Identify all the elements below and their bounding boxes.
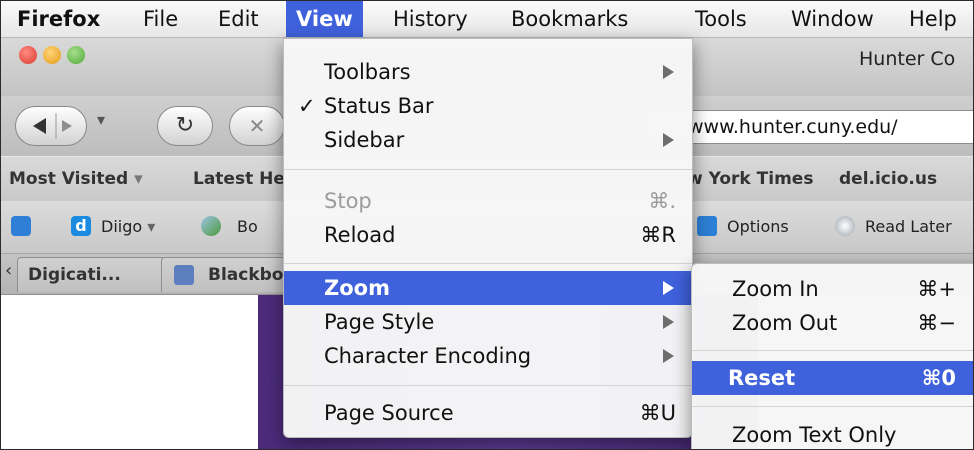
stop-icon[interactable]: ✕ (229, 106, 285, 146)
diigo-label: Diigo (101, 217, 143, 236)
menu-item-page-source-label: Page Source (324, 401, 454, 425)
submenu-arrow-icon (663, 133, 674, 147)
back-arrow-icon (33, 113, 72, 139)
checkmark-icon: ✓ (298, 94, 316, 118)
history-dropdown-icon[interactable]: ▾ (97, 110, 105, 129)
menu-item-page-source[interactable]: Page Source ⌘U (284, 396, 692, 430)
menu-item-zoom-out[interactable]: Zoom Out ⌘− (692, 306, 973, 340)
menu-item-stop-label: Stop (324, 189, 372, 213)
bookmark-delicious[interactable]: del.icio.us (839, 157, 937, 201)
menu-item-reload-label: Reload (324, 223, 396, 247)
options-button[interactable]: Options (727, 201, 789, 253)
menu-window[interactable]: Window (781, 1, 884, 37)
menu-help[interactable]: Help (899, 1, 967, 37)
close-window-button[interactable] (19, 46, 37, 64)
menu-separator (692, 350, 973, 351)
submenu-arrow-icon (663, 65, 674, 79)
menu-file[interactable]: File (133, 1, 188, 37)
menu-item-sidebar[interactable]: Sidebar (284, 123, 692, 157)
bookmark-latest-headlines[interactable]: Latest He (193, 157, 285, 201)
diigo-button[interactable]: Diigo ▾ (101, 201, 155, 253)
sidebar-toggle-icon[interactable] (11, 216, 31, 236)
menu-item-reset-label: Reset (728, 366, 796, 390)
menu-tools[interactable]: Tools (685, 1, 757, 37)
submenu-arrow-icon (663, 315, 674, 329)
view-menu: Toolbars ✓ Status Bar Sidebar Stop ⌘. Relo… (283, 38, 693, 438)
minimize-window-button[interactable] (43, 46, 61, 64)
reload-shortcut: ⌘R (640, 223, 676, 247)
blackboard-favicon-icon (174, 265, 194, 285)
tab-blackboard-label: Blackbo (208, 265, 284, 285)
menu-item-toolbars-label: Toolbars (324, 60, 411, 84)
menu-view[interactable]: View (286, 1, 363, 37)
reload-icon[interactable]: ↻ (157, 106, 213, 146)
menu-item-sidebar-label: Sidebar (324, 128, 405, 152)
chevron-down-icon: ▾ (134, 169, 143, 189)
reset-shortcut: ⌘0 (921, 366, 956, 390)
menu-item-zoom-in[interactable]: Zoom In ⌘+ (692, 272, 973, 306)
options-icon (697, 216, 717, 236)
diigo-icon: d (71, 216, 91, 236)
back-forward-buttons[interactable] (15, 106, 87, 146)
menu-history[interactable]: History (383, 1, 478, 37)
menu-item-toolbars[interactable]: Toolbars (284, 55, 692, 89)
zoom-in-shortcut: ⌘+ (917, 277, 956, 301)
zoom-window-button[interactable] (67, 46, 85, 64)
submenu-arrow-icon (663, 281, 674, 295)
zoom-out-shortcut: ⌘− (917, 311, 956, 335)
menu-item-page-style[interactable]: Page Style (284, 305, 692, 339)
menu-item-reset[interactable]: Reset ⌘0 (692, 361, 973, 395)
menu-item-character-encoding-label: Character Encoding (324, 344, 532, 368)
menu-item-zoom[interactable]: Zoom (284, 271, 692, 305)
menu-item-zoom-text-only-label: Zoom Text Only (732, 423, 897, 447)
bookmark-most-visited-label: Most Visited (9, 169, 129, 189)
stop-shortcut: ⌘. (648, 189, 676, 213)
diigo-dropdown-icon: ▾ (147, 217, 156, 236)
menu-item-zoom-text-only[interactable]: Zoom Text Only (692, 418, 973, 449)
submenu-arrow-icon (663, 349, 674, 363)
read-later-icon (835, 216, 855, 236)
screenshot-frame: Firefox File Edit View History Bookmarks… (0, 0, 974, 450)
menu-item-stop: Stop ⌘. (284, 184, 692, 218)
menubar: Firefox File Edit View History Bookmarks… (1, 1, 973, 38)
menu-item-status-bar[interactable]: ✓ Status Bar (284, 89, 692, 123)
tab-digication[interactable]: Digicati... (17, 257, 165, 292)
read-later-button[interactable]: Read Later (865, 201, 952, 253)
menu-separator (692, 406, 973, 407)
bookmark-new-york-times[interactable]: w York Times (687, 157, 813, 201)
menu-separator (284, 263, 692, 264)
menu-bookmarks[interactable]: Bookmarks (501, 1, 638, 37)
menu-firefox[interactable]: Firefox (7, 1, 110, 37)
menu-item-reload[interactable]: Reload ⌘R (284, 218, 692, 252)
menu-item-zoom-label: Zoom (324, 276, 390, 300)
bookmark-most-visited[interactable]: Most Visited ▾ (9, 157, 143, 201)
zoom-submenu: Zoom In ⌘+ Zoom Out ⌘− Reset ⌘0 Zoom Text O… (691, 263, 973, 449)
menu-edit[interactable]: Edit (208, 1, 269, 37)
menu-item-status-bar-label: Status Bar (324, 94, 434, 118)
window-title: Hunter Co (859, 48, 956, 70)
menu-item-zoom-in-label: Zoom In (732, 277, 819, 301)
tab-scroll-left-icon[interactable]: ‹ (5, 260, 12, 281)
menu-item-page-style-label: Page Style (324, 310, 435, 334)
bookmark-add-icon[interactable] (201, 216, 221, 236)
menu-separator (284, 385, 692, 386)
menu-item-zoom-out-label: Zoom Out (732, 311, 838, 335)
toolbar-bo-button[interactable]: Bo (237, 201, 258, 253)
menu-item-character-encoding[interactable]: Character Encoding (284, 339, 692, 373)
page-source-shortcut: ⌘U (639, 401, 676, 425)
menu-separator (284, 169, 692, 170)
